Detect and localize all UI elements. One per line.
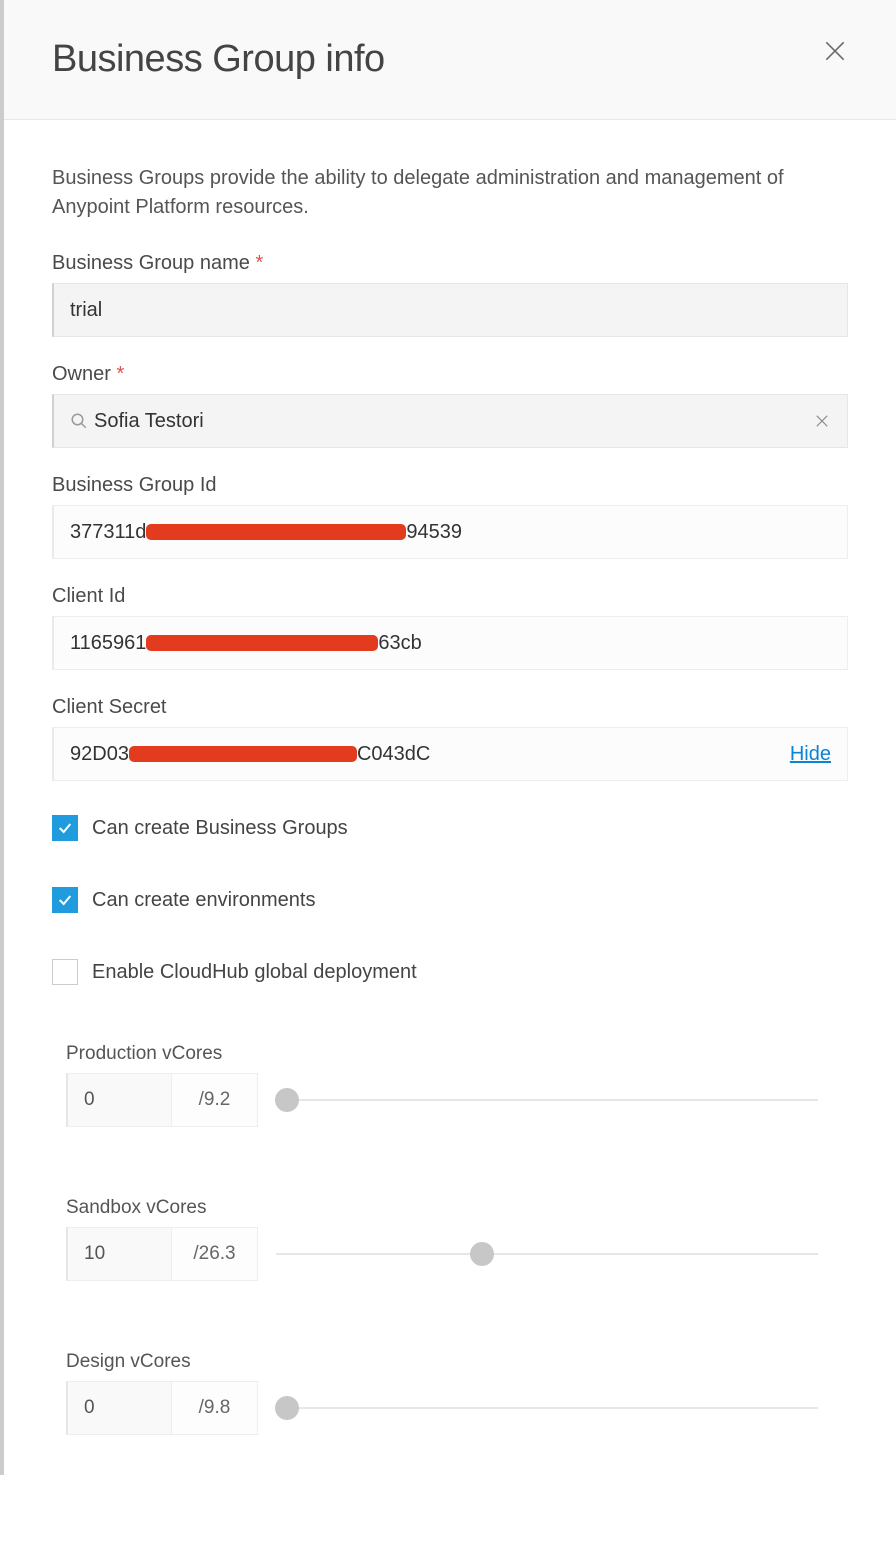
slider-thumb-sandbox[interactable] — [470, 1242, 494, 1266]
checkbox-label-global-deploy: Enable CloudHub global deployment — [92, 961, 417, 984]
slider-max-design: / 9.8 — [172, 1381, 258, 1435]
slider-track-sandbox[interactable] — [276, 1253, 818, 1255]
slider-thumb-design[interactable] — [275, 1396, 299, 1420]
dialog-body: Business Groups provide the ability to d… — [4, 120, 896, 1475]
dialog-title: Business Group info — [52, 38, 385, 81]
dialog-header: Business Group info — [4, 0, 896, 120]
checkbox-label-create-bg: Can create Business Groups — [92, 817, 348, 840]
slider-max-sandbox: / 26.3 — [172, 1227, 258, 1281]
client-secret-prefix: 92D03 — [70, 743, 129, 766]
value-client-id: 1165961 63cb — [52, 616, 848, 670]
slider-label-design: Design vCores — [66, 1351, 848, 1373]
field-client-id: Client Id 1165961 63cb — [52, 585, 848, 670]
slider-value-production[interactable]: 0 — [66, 1073, 172, 1127]
owner-search-wrap[interactable] — [52, 394, 848, 448]
slider-sandbox: Sandbox vCores 10 / 26.3 — [52, 1197, 848, 1281]
sliders-section: Production vCores 0 / 9.2 Sandbox vCores… — [52, 1043, 848, 1435]
slider-value-design[interactable]: 0 — [66, 1381, 172, 1435]
checkbox-row-create-bg: Can create Business Groups — [52, 815, 848, 841]
close-icon[interactable] — [822, 38, 848, 64]
client-id-suffix: 63cb — [378, 632, 421, 655]
checkbox-row-create-env: Can create environments — [52, 887, 848, 913]
check-icon — [57, 820, 73, 836]
client-id-prefix: 1165961 — [70, 632, 146, 655]
redaction — [129, 746, 357, 762]
checkbox-global-deploy[interactable] — [52, 959, 78, 985]
label-client-id: Client Id — [52, 585, 848, 608]
slider-track-design[interactable] — [276, 1407, 818, 1409]
bg-id-suffix: 94539 — [406, 521, 462, 544]
slider-label-sandbox: Sandbox vCores — [66, 1197, 848, 1219]
label-owner: Owner — [52, 363, 848, 386]
check-icon — [57, 892, 73, 908]
field-bg-name: Business Group name — [52, 252, 848, 337]
checkbox-label-create-env: Can create environments — [92, 889, 315, 912]
checkbox-create-env[interactable] — [52, 887, 78, 913]
label-client-secret: Client Secret — [52, 696, 848, 719]
field-bg-id: Business Group Id 377311d 94539 — [52, 474, 848, 559]
search-icon — [70, 412, 88, 430]
slider-track-production[interactable] — [276, 1099, 818, 1101]
value-bg-id: 377311d 94539 — [52, 505, 848, 559]
slider-production: Production vCores 0 / 9.2 — [52, 1043, 848, 1127]
value-client-secret: 92D03 C043dC Hide — [52, 727, 848, 781]
hide-secret-link[interactable]: Hide — [790, 743, 831, 766]
dialog-description: Business Groups provide the ability to d… — [52, 164, 848, 222]
input-bg-name[interactable] — [52, 283, 848, 337]
checkbox-row-global-deploy: Enable CloudHub global deployment — [52, 959, 848, 985]
slider-max-production: / 9.2 — [172, 1073, 258, 1127]
label-bg-name: Business Group name — [52, 252, 848, 275]
slider-value-sandbox[interactable]: 10 — [66, 1227, 172, 1281]
slider-design: Design vCores 0 / 9.8 — [52, 1351, 848, 1435]
slider-thumb-production[interactable] — [275, 1088, 299, 1112]
input-owner[interactable] — [94, 410, 813, 433]
bg-id-prefix: 377311d — [70, 521, 146, 544]
field-owner: Owner — [52, 363, 848, 448]
redaction — [146, 524, 406, 540]
checkbox-create-bg[interactable] — [52, 815, 78, 841]
label-bg-id: Business Group Id — [52, 474, 848, 497]
clear-owner-icon[interactable] — [813, 412, 831, 430]
field-client-secret: Client Secret 92D03 C043dC Hide — [52, 696, 848, 781]
client-secret-suffix: C043dC — [357, 743, 430, 766]
redaction — [146, 635, 378, 651]
slider-label-production: Production vCores — [66, 1043, 848, 1065]
